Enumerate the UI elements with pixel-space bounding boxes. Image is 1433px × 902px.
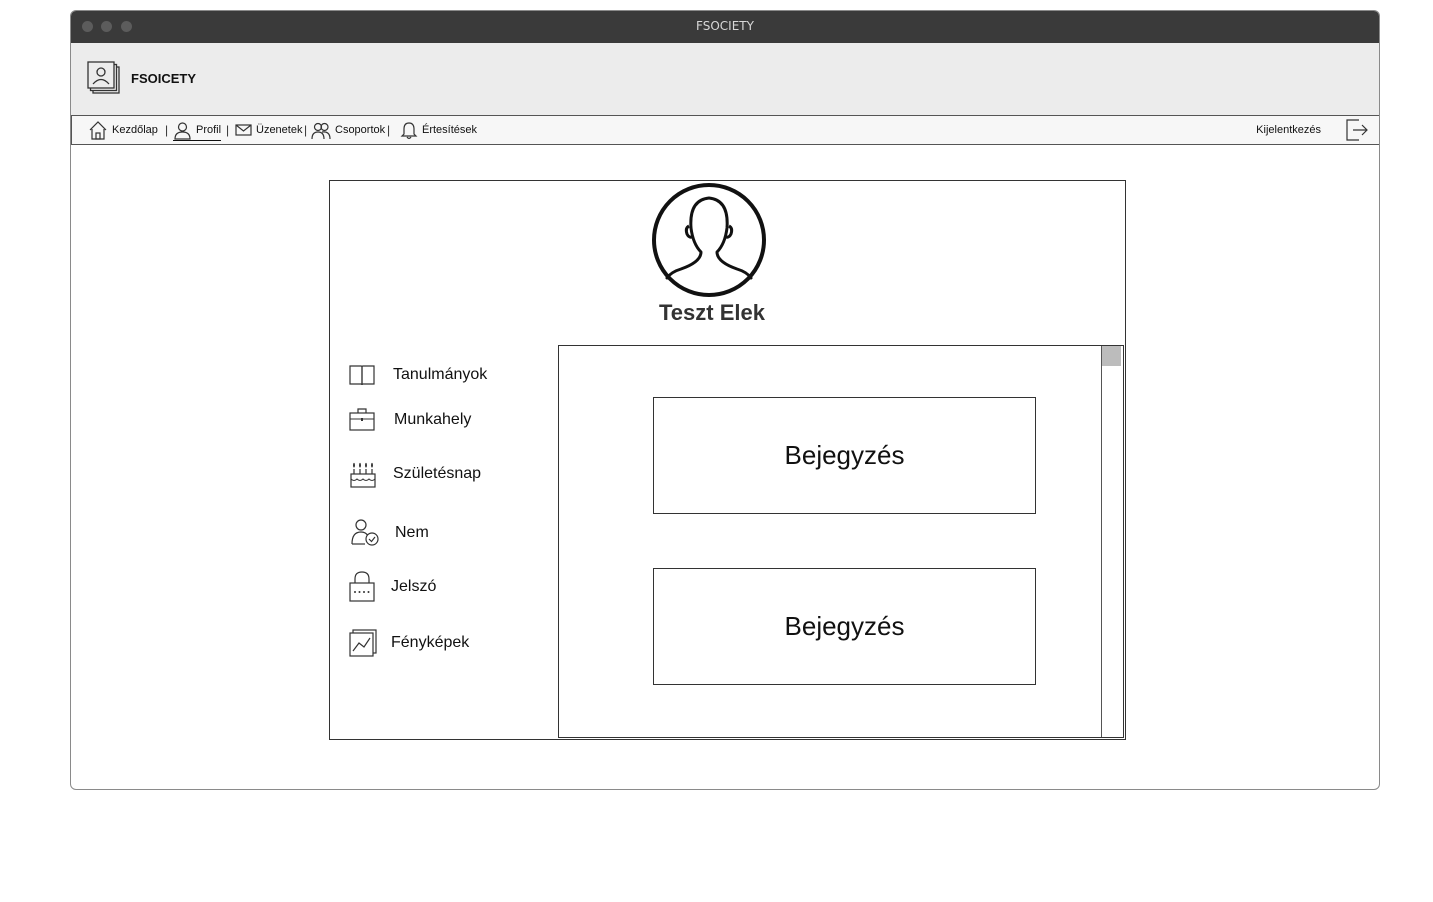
post-card[interactable]: Bejegyzés bbox=[653, 568, 1036, 685]
nav-item-home[interactable]: Kezdőlap bbox=[88, 116, 158, 144]
scrollbar-thumb[interactable] bbox=[1102, 346, 1121, 366]
sidebar-item-workplace[interactable]: Munkahely bbox=[349, 408, 471, 432]
sidebar-label: Nem bbox=[395, 523, 429, 541]
nav-item-profile[interactable]: Profil bbox=[173, 116, 222, 144]
posts-feed[interactable]: Bejegyzés Bejegyzés bbox=[558, 345, 1124, 738]
photos-logo-icon bbox=[87, 61, 120, 94]
sidebar-item-gender[interactable]: Nem bbox=[349, 518, 429, 547]
sidebar-item-studies[interactable]: Tanulmányok bbox=[349, 363, 487, 387]
photo-icon bbox=[349, 629, 377, 657]
home-icon bbox=[89, 121, 107, 140]
sidebar-label: Jelszó bbox=[391, 577, 437, 595]
lock-icon bbox=[349, 571, 375, 602]
sidebar-label: Születésnap bbox=[393, 465, 482, 482]
envelope-icon bbox=[235, 124, 252, 136]
logout-icon[interactable] bbox=[1345, 118, 1369, 142]
nav-item-notifications[interactable]: Értesítések bbox=[400, 116, 477, 144]
nav-label-home: Kezdőlap bbox=[112, 124, 158, 136]
group-icon bbox=[311, 122, 331, 139]
sidebar-label: Fényképek bbox=[391, 634, 470, 651]
briefcase-icon bbox=[349, 408, 375, 431]
nav-label-groups: Csoportok bbox=[335, 124, 386, 136]
logout-link[interactable]: Kijelentkezés bbox=[1256, 124, 1321, 136]
nav-separator: | bbox=[226, 123, 230, 137]
user-icon bbox=[174, 121, 191, 140]
title-bar: FSOCIETY bbox=[71, 11, 1379, 43]
app-header: FSOICETY bbox=[71, 43, 1379, 116]
nav-separator: | bbox=[304, 123, 308, 137]
nav-item-messages[interactable]: Üzenetek bbox=[235, 116, 302, 144]
nav-label-profile: Profil bbox=[196, 124, 222, 136]
user-check-icon bbox=[351, 519, 379, 546]
nav-separator: | bbox=[387, 123, 391, 137]
sidebar-item-birthday[interactable]: Születésnap bbox=[349, 460, 481, 488]
cake-icon bbox=[350, 462, 376, 488]
avatar-icon[interactable] bbox=[651, 182, 767, 298]
sidebar-label: Tanulmányok bbox=[393, 366, 488, 383]
feed-scrollbar[interactable] bbox=[1101, 346, 1121, 737]
sidebar-label: Munkahely bbox=[394, 411, 472, 428]
sidebar-item-photos[interactable]: Fényképek bbox=[349, 629, 469, 657]
book-icon bbox=[349, 365, 375, 386]
nav-bar: Kezdőlap | Profil | Üzenetek | Csoportok… bbox=[71, 115, 1379, 145]
nav-item-groups[interactable]: Csoportok bbox=[311, 116, 385, 144]
app-name: FSOICETY bbox=[131, 71, 197, 86]
nav-label-notifications: Értesítések bbox=[422, 124, 478, 136]
window-title: FSOCIETY bbox=[696, 19, 754, 33]
post-card[interactable]: Bejegyzés bbox=[653, 397, 1036, 514]
nav-separator: | bbox=[165, 123, 169, 137]
sidebar-item-password[interactable]: Jelszó bbox=[349, 571, 436, 602]
nav-label-messages: Üzenetek bbox=[256, 124, 303, 136]
profile-name: Teszt Elek bbox=[659, 300, 765, 325]
bell-icon bbox=[400, 121, 418, 139]
